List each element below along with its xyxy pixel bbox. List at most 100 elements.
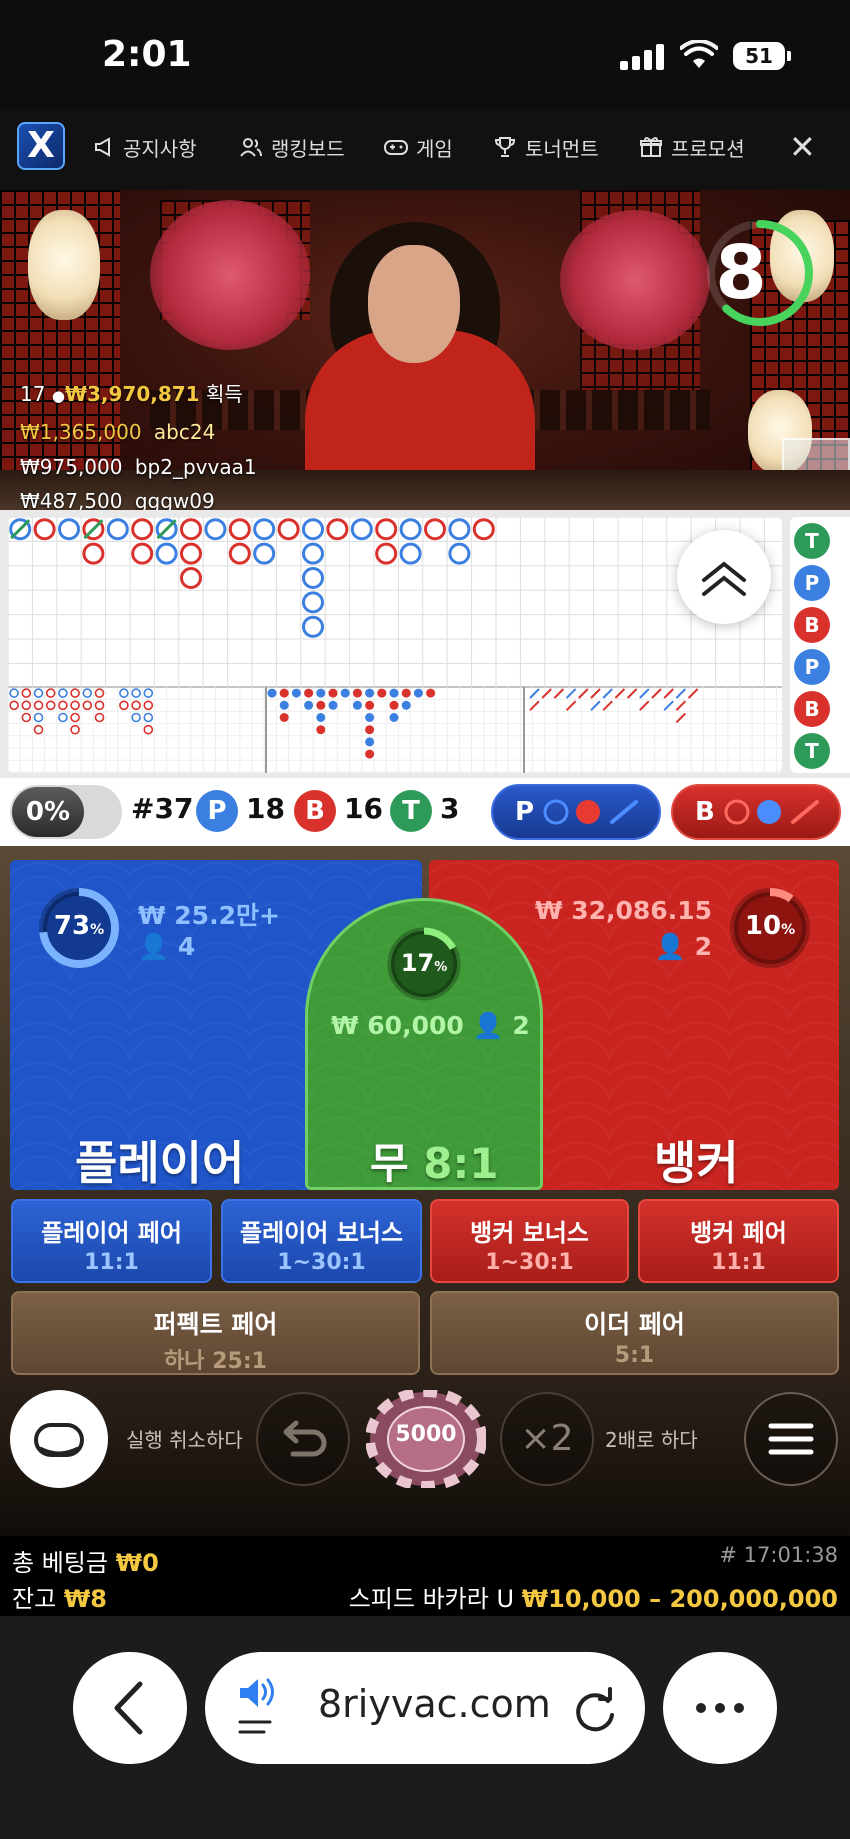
banker-amount: ₩ 32,086.15 [534,896,712,925]
user-icon: 👤 [472,1011,504,1040]
road-mark [316,688,326,698]
road-mark [70,700,80,711]
road-mark [180,542,202,565]
road-grid [8,517,782,773]
player-prediction-button[interactable]: P [491,784,661,840]
road-mark [352,700,362,710]
road-mark [639,700,650,711]
road-mark [590,700,601,711]
banker-label: 뱅커 [654,1136,739,1190]
road-mark [155,542,178,565]
nav-promotion[interactable]: 프로모션 [639,131,745,163]
users-icon [240,138,262,157]
player-pair-bet[interactable]: 플레이어 페어 11:1 [11,1199,212,1283]
tie-label: 무 8:1 [370,1139,499,1188]
road-mark [541,688,552,699]
road-mark [180,518,202,541]
banker-prediction-label: B [695,797,715,827]
tie-count: 3 [440,792,460,825]
road-mark [304,688,314,698]
player-bonus-odds: 1~30:1 [277,1250,366,1275]
more-button[interactable] [663,1652,777,1764]
road-mark [9,700,19,711]
road-mark [70,724,80,735]
player-bonus-bet[interactable]: 플레이어 보너스 1~30:1 [221,1199,422,1283]
road-mark [399,542,422,565]
road-mark [565,688,577,699]
road-mark [277,518,300,541]
road-mark [279,688,289,698]
perfect-pair-bet[interactable]: 퍼펙트 페어 하나 25:1 [11,1291,420,1375]
road-mark [45,688,56,698]
road-mark [253,518,276,541]
banker-bonus-label: 뱅커 보너스 [470,1219,589,1247]
road-mark [328,688,338,698]
banker-prediction-button[interactable]: B [671,784,841,840]
winner-row: ₩1,365,000 abc24 [20,420,215,444]
chip-value: 5000 [395,1422,457,1447]
countdown-number: 8 [715,230,767,316]
double-button[interactable]: ×2 [500,1392,594,1486]
banker-count: 16 [344,792,383,825]
road-mark [291,688,301,698]
banker-players: 👤 2 [654,932,712,961]
menu-icon [768,1423,814,1455]
nav-games-label: 게임 [416,136,453,161]
table-view-button[interactable] [10,1390,108,1488]
back-button[interactable] [73,1652,187,1764]
scroll-up-button[interactable] [677,530,771,624]
battery-icon: 51 [733,42,791,70]
road-mark [389,688,399,698]
total-bet: 총 베팅금 ₩0 [12,1549,159,1577]
close-icon[interactable]: ✕ [789,128,816,166]
perfect-pair-label: 퍼펙트 페어 [153,1310,278,1339]
road-mark [602,700,613,711]
site-logo[interactable]: X [17,122,65,170]
nav-tournament[interactable]: 토너먼트 [493,131,599,163]
road-mark [33,688,44,698]
result-badge: P [794,565,830,601]
reload-icon[interactable] [570,1685,620,1735]
road-mark [316,713,326,722]
road-mark [302,615,324,638]
road-mark [279,713,289,722]
bead-road-side[interactable]: T P B P B T [790,517,850,773]
road-mark [82,542,105,565]
road-mark [58,700,68,711]
winners-count: 17 [20,382,46,406]
nav-games[interactable]: 게임 [384,131,453,163]
road-mark [204,518,227,541]
chevron-left-icon [114,1681,143,1735]
road-mark [316,700,326,710]
result-badge: B [794,607,830,643]
undo-button[interactable] [256,1392,350,1486]
road-mark [302,591,324,614]
road-mark [302,567,324,589]
prediction-icons [543,799,639,825]
road-mark [529,688,540,699]
round-number: #37 [131,792,194,825]
nav-notice[interactable]: 공지사항 [93,131,197,163]
road-mark [119,700,129,711]
winner-row: ₩487,500 gggw09 [20,489,215,510]
road-mark [675,688,687,699]
either-pair-bet[interactable]: 이더 페어 5:1 [430,1291,839,1375]
road-mark [413,688,423,698]
banker-pair-bet[interactable]: 뱅커 페어 11:1 [638,1199,839,1283]
road-mark [639,688,650,699]
menu-button[interactable] [744,1392,838,1486]
road-mark [143,712,154,723]
road-mark [253,542,276,565]
bead-road[interactable] [8,517,782,773]
road-mark [472,518,495,541]
road-mark [131,518,154,541]
road-mark [58,688,68,698]
road-mark [33,518,56,541]
road-mark [565,700,577,711]
nav-ranking[interactable]: 랭킹보드 [239,131,345,163]
road-mark [302,542,324,565]
gamepad-icon [384,140,408,155]
banker-bonus-bet[interactable]: 뱅커 보너스 1~30:1 [430,1199,629,1283]
result-badge: T [794,733,830,769]
speaker-icon[interactable] [236,1672,286,1744]
